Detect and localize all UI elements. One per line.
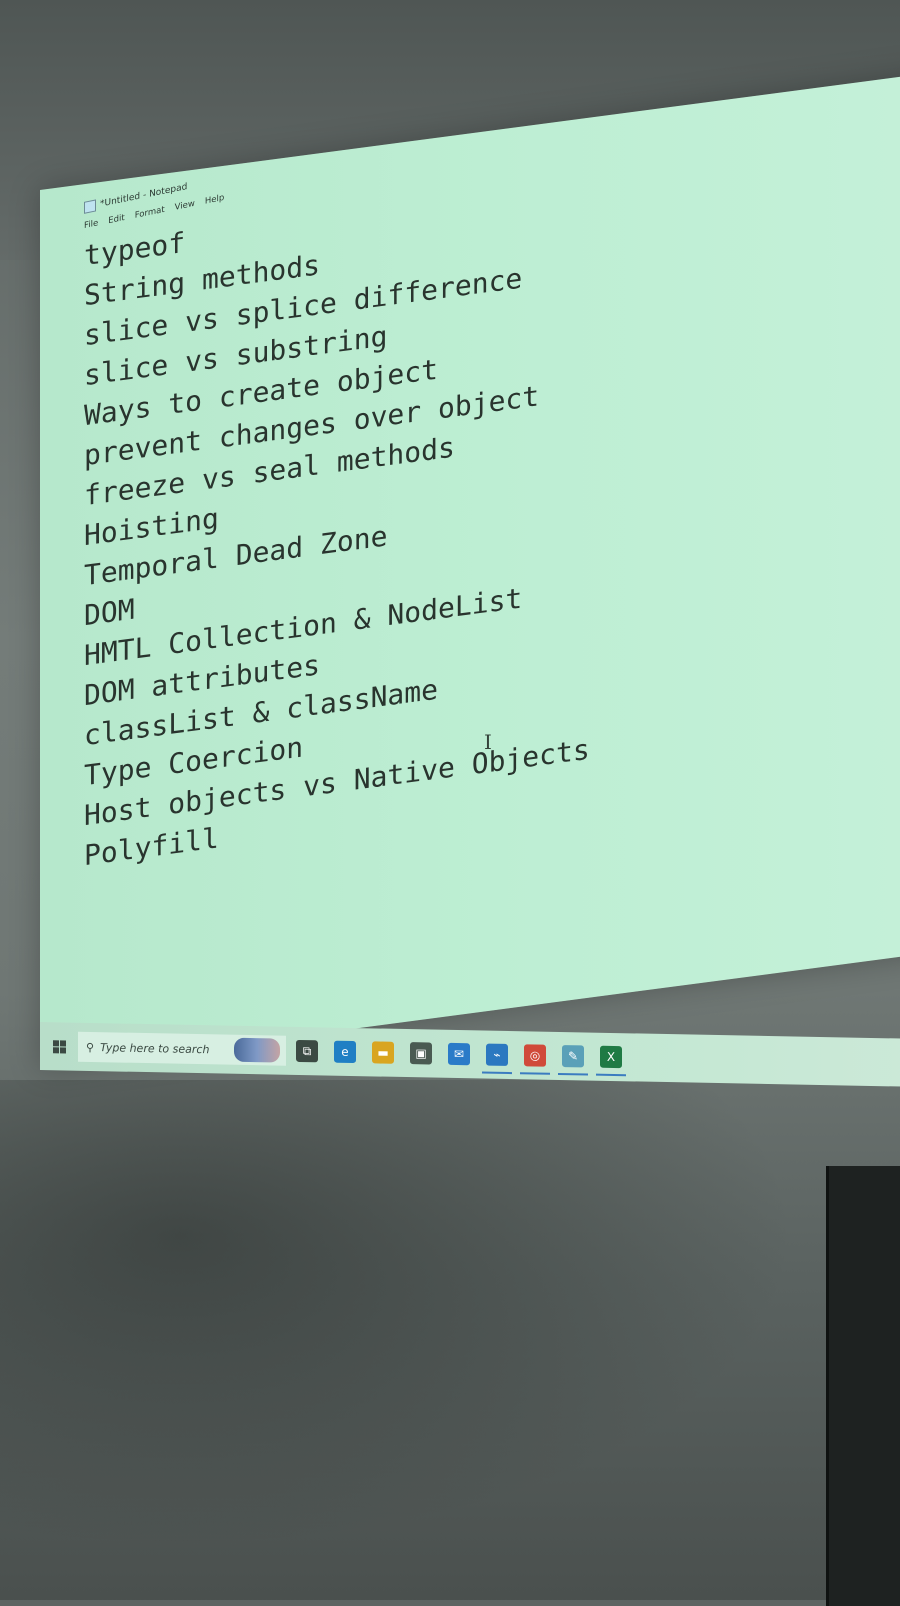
start-button[interactable] [46, 1033, 72, 1059]
file-explorer-icon[interactable]: ▬ [372, 1041, 394, 1064]
projected-screen: *Untitled - Notepad File Edit Format Vie… [40, 58, 900, 1070]
store-icon[interactable]: ▣ [410, 1042, 432, 1065]
taskbar: ⚲ Type here to search ⧉ e ▬ ▣ ✉ ⌁ ◎ ✎ X [40, 1022, 900, 1088]
search-icon: ⚲ [86, 1040, 95, 1054]
edge-icon[interactable]: e [334, 1040, 356, 1064]
windows-logo-icon [52, 1039, 66, 1053]
mail-icon[interactable]: ✉ [448, 1042, 470, 1066]
menu-edit[interactable]: Edit [108, 213, 124, 226]
chrome-icon[interactable]: ◎ [524, 1044, 546, 1067]
menu-help[interactable]: Help [205, 193, 224, 207]
shadow-area [0, 1080, 900, 1600]
vscode-icon[interactable]: ⌁ [486, 1043, 508, 1066]
monitor-edge [826, 1166, 900, 1606]
pinned-apps: ⧉ e ▬ ▣ ✉ ⌁ ◎ ✎ X [280, 1039, 622, 1069]
search-highlight-image [234, 1037, 280, 1063]
excel-icon[interactable]: X [600, 1045, 622, 1069]
menu-view[interactable]: View [175, 199, 195, 213]
notepad-app-icon [84, 199, 96, 214]
menu-file[interactable]: File [84, 218, 98, 231]
search-placeholder: Type here to search [100, 1040, 210, 1056]
task-view-icon[interactable]: ⧉ [296, 1039, 318, 1063]
notepad-icon[interactable]: ✎ [562, 1045, 584, 1068]
menu-format[interactable]: Format [135, 205, 165, 221]
text-cursor-icon: I [484, 730, 492, 754]
text-editor-area[interactable]: typeof String methods slice vs splice di… [84, 144, 784, 876]
